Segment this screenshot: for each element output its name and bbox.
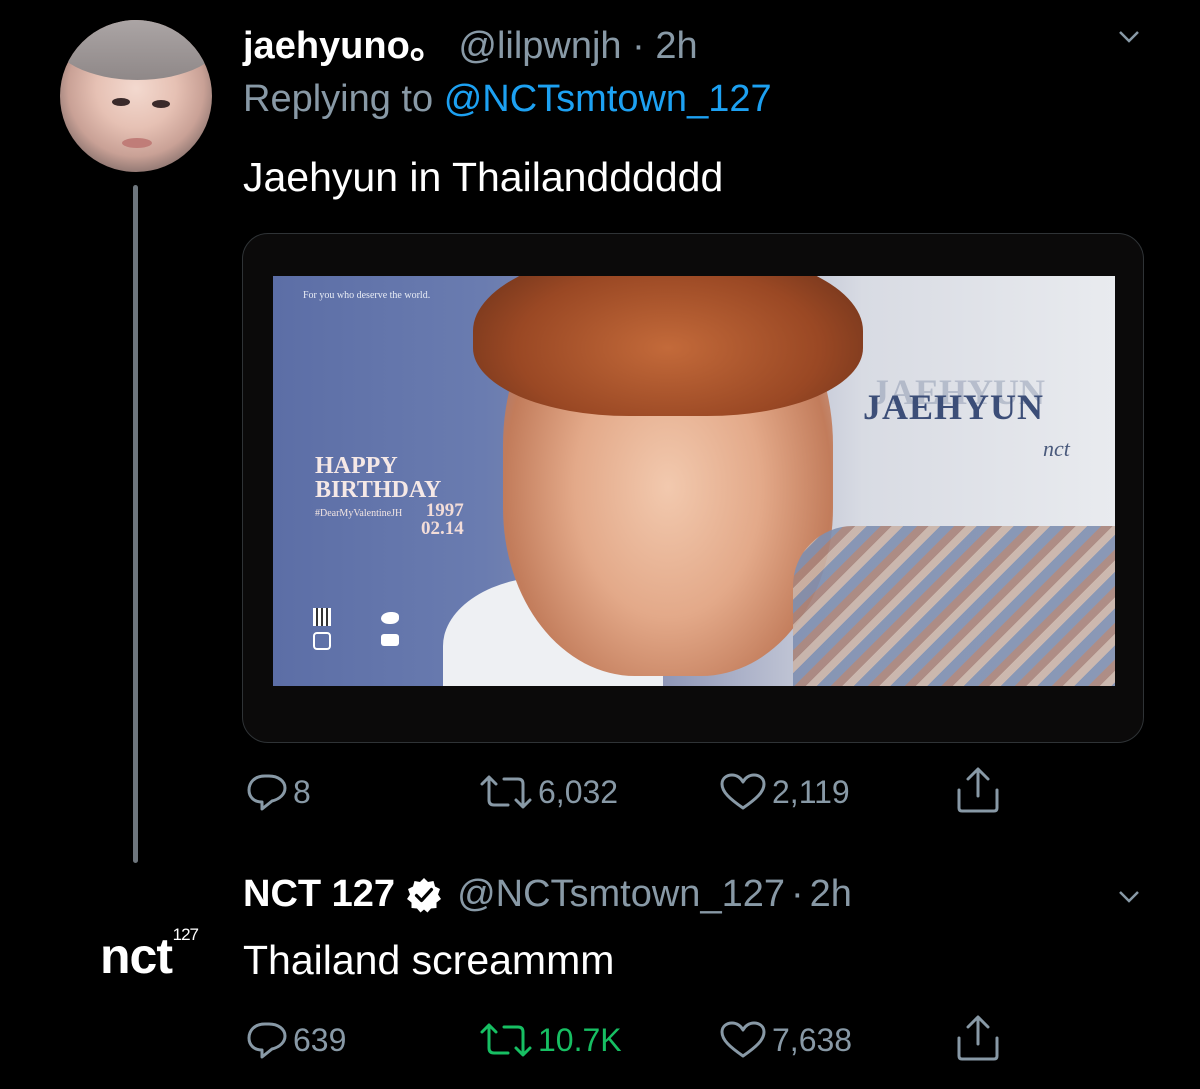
- billboard-day: 02.14: [421, 518, 464, 539]
- heart-icon: [720, 1021, 766, 1058]
- share-icon[interactable]: [955, 766, 1001, 814]
- like-count: 7,638: [772, 1021, 853, 1058]
- billboard-group-logo: nct: [1043, 436, 1070, 461]
- billboard-tagline: For you who deserve the world.: [303, 290, 431, 301]
- reply-button[interactable]: 639: [245, 1020, 346, 1060]
- billboard-image: For you who deserve the world. HAPPY BIR…: [273, 276, 1115, 686]
- replying-to: Replying to @NCTsmtown_127: [243, 78, 772, 121]
- billboard-hashtag: #DearMyValentineJH: [315, 508, 403, 519]
- retweet-icon: [480, 1023, 532, 1057]
- chevron-down-icon[interactable]: [1118, 26, 1140, 48]
- tweet-text: Thailand screammm: [243, 937, 615, 983]
- instagram-icon: [313, 632, 331, 650]
- avatar-mouth: [122, 138, 152, 148]
- billboard-happy: HAPPY: [315, 453, 398, 479]
- reply-count: 639: [293, 1021, 347, 1058]
- reply-icon: [247, 1022, 287, 1059]
- retweet-button[interactable]: 6,032: [478, 772, 618, 812]
- avatar-eye: [112, 98, 130, 106]
- tweet-header: NCT 127 @NCTsmtown_127 · 2h: [243, 873, 852, 916]
- billboard-date: 1997 02.14: [421, 501, 464, 539]
- separator-dot: ·: [632, 25, 645, 67]
- chevron-down-icon[interactable]: [1118, 886, 1140, 908]
- user-handle[interactable]: @lilpwnjh: [458, 25, 621, 67]
- twitter-icon: [381, 612, 399, 624]
- avatar-eye: [152, 100, 170, 108]
- qr-code-icon: [313, 608, 331, 626]
- share-icon[interactable]: [955, 1014, 1001, 1062]
- youtube-icon: [381, 634, 399, 646]
- display-name[interactable]: NCT 127: [243, 873, 395, 916]
- verified-badge-icon: [407, 877, 442, 912]
- billboard-hair: [473, 276, 863, 416]
- nct-logo: nct 127: [100, 925, 199, 985]
- tweet-header: jaehyuno。 @lilpwnjh · 2h: [243, 14, 698, 69]
- replying-prefix: Replying to: [243, 78, 434, 120]
- user-handle[interactable]: @NCTsmtown_127: [457, 873, 785, 916]
- like-button[interactable]: 2,119: [718, 772, 850, 812]
- avatar[interactable]: [60, 20, 212, 172]
- display-name[interactable]: jaehyuno。: [243, 25, 448, 67]
- replying-handle-link[interactable]: @NCTsmtown_127: [444, 78, 772, 120]
- timestamp[interactable]: 2h: [810, 873, 852, 916]
- timestamp[interactable]: 2h: [655, 25, 697, 67]
- like-count: 2,119: [772, 773, 850, 810]
- billboard-birthday: BIRTHDAY: [315, 477, 442, 503]
- heart-icon: [720, 773, 766, 810]
- reply-icon: [247, 774, 287, 811]
- retweet-icon: [480, 775, 532, 809]
- billboard-jacket: [793, 526, 1115, 686]
- nct-logo-number: 127: [172, 925, 199, 944]
- retweet-count: 6,032: [538, 773, 619, 810]
- avatar[interactable]: nct 127: [60, 880, 212, 1032]
- tweet-media[interactable]: For you who deserve the world. HAPPY BIR…: [242, 233, 1144, 743]
- billboard-happy-birthday: HAPPY BIRTHDAY: [315, 454, 441, 502]
- like-button[interactable]: 7,638: [718, 1020, 852, 1060]
- reply-count: 8: [293, 773, 311, 810]
- retweet-count: 10.7K: [538, 1021, 622, 1058]
- nct-logo-text: nct: [100, 928, 173, 984]
- separator-dot: ·: [790, 873, 804, 915]
- reply-button[interactable]: 8: [245, 772, 311, 812]
- avatar-hair: [60, 20, 212, 80]
- retweet-button[interactable]: 10.7K: [478, 1020, 622, 1060]
- tweet-text: Jaehyun in Thailandddddd: [243, 154, 724, 200]
- billboard-name: JAEHYUN: [863, 387, 1045, 427]
- thread-line: [133, 185, 138, 863]
